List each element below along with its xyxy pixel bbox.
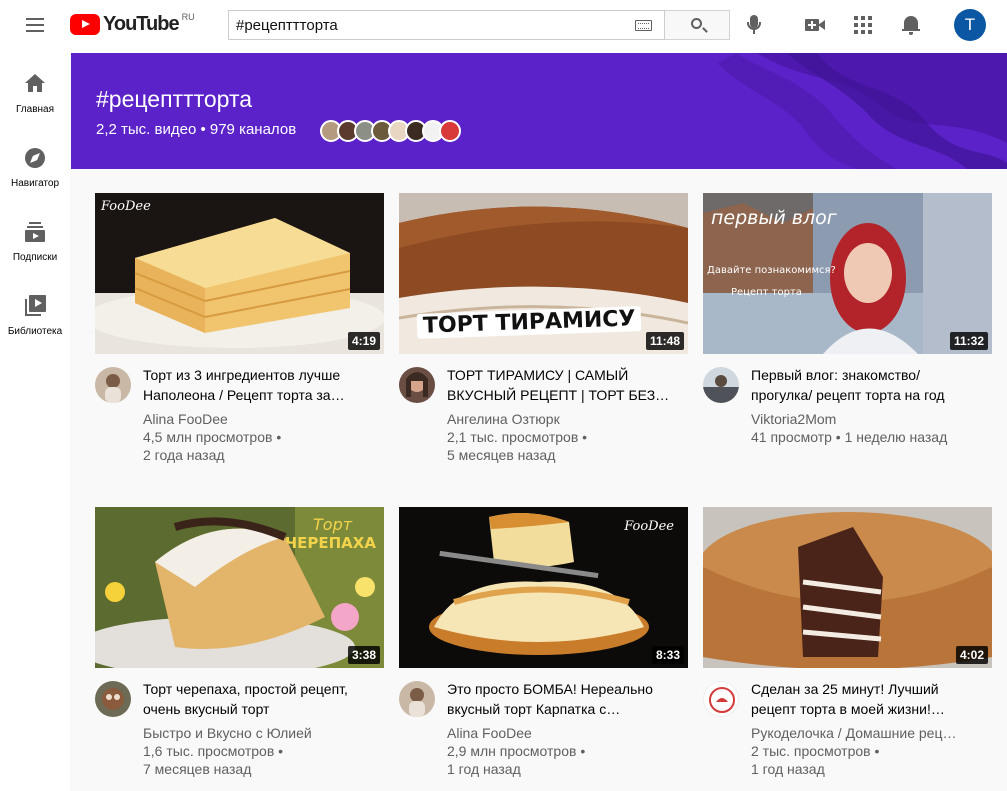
- video-title[interactable]: Это просто БОМБА! Нереально вкусный торт…: [447, 679, 675, 719]
- home-icon: [24, 73, 46, 95]
- video-channel-name[interactable]: Ангелина Озтюрк: [447, 411, 677, 427]
- video-title[interactable]: Первый влог: знакомство/ прогулка/ рецеп…: [751, 365, 979, 405]
- video-views: 41 просмотр • 1 неделю назад: [751, 429, 948, 445]
- banner-brush-decoration: [717, 53, 1007, 169]
- video-duration: 4:02: [955, 646, 988, 664]
- video-age: 1 год назад: [447, 761, 521, 777]
- sidebar-item-label: Главная: [15, 104, 55, 115]
- compass-icon: [24, 147, 46, 169]
- video-views: 2 тыс. просмотров •: [751, 743, 880, 759]
- top-header: YouTube RU T: [0, 0, 1007, 53]
- channel-avatar[interactable]: [439, 120, 461, 142]
- video-channel-name[interactable]: Alina FooDee: [143, 411, 373, 427]
- apps-grid-icon[interactable]: [851, 13, 875, 37]
- video-title[interactable]: Сделан за 25 минут! Лучший рецепт торта …: [751, 679, 979, 719]
- microphone-icon[interactable]: [742, 13, 766, 37]
- sidebar-item-library[interactable]: Библиотека: [0, 275, 70, 345]
- video-thumbnail[interactable]: FooDee 4:19: [95, 193, 384, 354]
- sidebar-item-explore[interactable]: Навигатор: [0, 127, 70, 197]
- video-thumbnail[interactable]: FooDee 8:33: [399, 507, 688, 668]
- video-title[interactable]: ТОРТ ТИРАМИСУ | САМЫЙ ВКУСНЫЙ РЕЦЕПТ | Т…: [447, 365, 675, 405]
- video-duration: 8:33: [651, 646, 684, 664]
- notifications-bell-icon[interactable]: [899, 13, 923, 37]
- thumbnail-overlay-text: первый влог: [711, 207, 837, 229]
- sidebar-item-label: Навигатор: [10, 178, 60, 189]
- video-channel-name[interactable]: Alina FooDee: [447, 725, 677, 741]
- video-thumbnail[interactable]: ТОРТ ТИРАМИСУ 11:48: [399, 193, 688, 354]
- video-card: FooDee 4:19 Торт из 3 ингредиентов лучше…: [95, 193, 384, 473]
- video-age: 1 год назад: [751, 761, 825, 777]
- video-title[interactable]: Торт черепаха, простой рецепт, очень вку…: [143, 679, 371, 719]
- sidebar-item-label: Подписки: [12, 252, 58, 263]
- thumbnail-overlay-subtext: ЧЕРЕПАХА: [285, 534, 376, 552]
- sidebar-item-subscriptions[interactable]: Подписки: [0, 201, 70, 271]
- thumbnail-watermark: FooDee: [101, 199, 151, 214]
- hashtag-title: #рецепттторта: [96, 86, 253, 112]
- video-card: FooDee 8:33 Это просто БОМБА! Нереально …: [399, 507, 688, 787]
- video-duration: 11:48: [645, 332, 684, 350]
- logo-region: RU: [181, 11, 195, 22]
- video-channel-name[interactable]: Быстро и Вкусно с Юлией: [143, 725, 373, 741]
- video-age: 7 месяцев назад: [143, 761, 252, 777]
- subscriptions-icon: [24, 221, 46, 243]
- search-icon: [691, 18, 702, 29]
- channel-avatar[interactable]: [399, 681, 435, 717]
- video-age: 5 месяцев назад: [447, 447, 556, 463]
- channel-avatar[interactable]: [703, 367, 739, 403]
- search-button[interactable]: [665, 10, 730, 40]
- video-title[interactable]: Торт из 3 ингредиентов лучше Наполеона /…: [143, 365, 371, 405]
- sidebar-item-label: Библиотека: [7, 326, 63, 337]
- sidebar-item-home[interactable]: Главная: [0, 53, 70, 123]
- channel-avatar[interactable]: [95, 367, 131, 403]
- search-input[interactable]: [229, 12, 629, 38]
- video-thumbnail[interactable]: Торт ЧЕРЕПАХА 3:38: [95, 507, 384, 668]
- hashtag-banner: #рецепттторта 2,2 тыс. видео • 979 канал…: [71, 53, 1007, 169]
- channel-avatar[interactable]: [703, 681, 739, 717]
- thumbnail-watermark: FooDee: [624, 519, 674, 534]
- video-duration: 4:19: [347, 332, 380, 350]
- thumbnail-overlay-subtext: Давайте познакомимся?: [707, 265, 836, 276]
- video-channel-name[interactable]: Viktoria2Mom: [751, 411, 981, 427]
- library-icon: [24, 295, 46, 317]
- thumbnail-overlay-subtext: Рецепт торта: [731, 287, 802, 298]
- menu-icon[interactable]: [20, 14, 50, 38]
- video-duration: 11:32: [949, 332, 988, 350]
- video-channel-name[interactable]: Рукоделочка / Домашние рец…: [751, 725, 981, 741]
- account-avatar[interactable]: T: [954, 9, 986, 41]
- video-thumbnail[interactable]: 4:02: [703, 507, 992, 668]
- channel-avatar[interactable]: [95, 681, 131, 717]
- keyboard-icon[interactable]: [635, 20, 652, 31]
- sidebar: Главная Навигатор Подписки Библиотека: [0, 53, 70, 791]
- chocolate-cake-image: [703, 507, 992, 668]
- search-box: [228, 10, 665, 40]
- video-duration: 3:38: [347, 646, 380, 664]
- video-age: 2 года назад: [143, 447, 225, 463]
- logo-text: YouTube: [103, 13, 180, 35]
- thumbnail-overlay-text: Торт: [313, 515, 353, 534]
- hashtag-stats: 2,2 тыс. видео • 979 каналов: [96, 121, 297, 138]
- video-card: первый влог Давайте познакомимся? Рецепт…: [703, 193, 992, 473]
- create-video-icon[interactable]: [803, 13, 827, 37]
- channel-avatar[interactable]: [399, 367, 435, 403]
- video-card: 4:02 Сделан за 25 минут! Лучший рецепт т…: [703, 507, 992, 787]
- video-views: 1,6 тыс. просмотров •: [143, 743, 284, 759]
- video-card: ТОРТ ТИРАМИСУ 11:48 ТОРТ ТИРАМИСУ | САМЫ…: [399, 193, 688, 473]
- video-views: 2,1 тыс. просмотров •: [447, 429, 588, 445]
- napoleon-cake-image: [95, 193, 384, 354]
- video-views: 2,9 млн просмотров •: [447, 743, 586, 759]
- video-views: 4,5 млн просмотров •: [143, 429, 282, 445]
- youtube-logo[interactable]: YouTube RU: [70, 11, 195, 36]
- youtube-play-icon: [70, 14, 100, 35]
- video-thumbnail[interactable]: первый влог Давайте познакомимся? Рецепт…: [703, 193, 992, 354]
- video-card: Торт ЧЕРЕПАХА 3:38 Торт черепаха, просто…: [95, 507, 384, 787]
